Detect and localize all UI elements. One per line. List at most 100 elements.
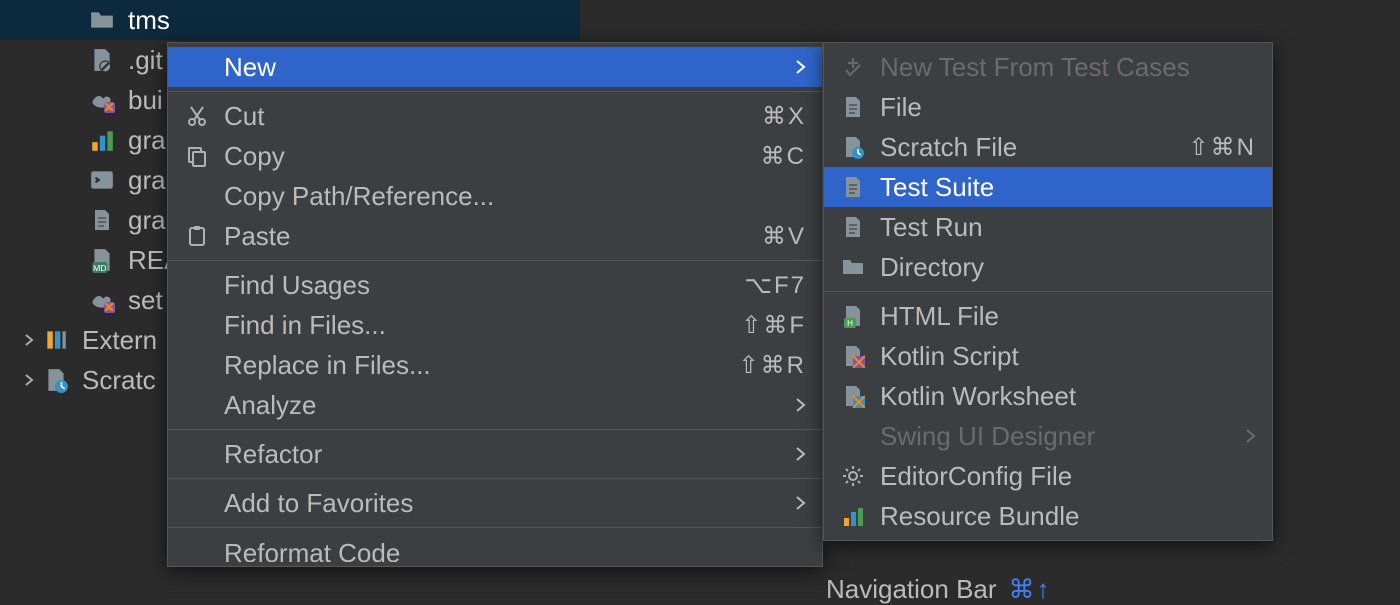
expand-arrow-icon[interactable] bbox=[20, 371, 38, 389]
gitignore-icon bbox=[88, 46, 116, 74]
menu-item-label: Test Run bbox=[880, 212, 1256, 243]
submenu-arrow-icon bbox=[794, 496, 806, 510]
blank-icon bbox=[184, 312, 210, 338]
menu-item-shortcut: ⌘V bbox=[762, 222, 806, 251]
menu-item-label: EditorConfig File bbox=[880, 461, 1256, 492]
menu-item-label: Cut bbox=[224, 101, 748, 132]
menu-item-label: HTML File bbox=[880, 301, 1256, 332]
menu-item-file[interactable]: File bbox=[824, 87, 1272, 127]
blank-icon bbox=[184, 54, 210, 80]
menu-item-kotlin-script[interactable]: Kotlin Script bbox=[824, 336, 1272, 376]
tree-item-tms[interactable]: tms bbox=[0, 0, 580, 40]
blank-icon bbox=[184, 538, 210, 562]
menu-item-label: Scratch File bbox=[880, 132, 1175, 163]
menu-item-label: Reformat Code bbox=[224, 538, 806, 562]
tree-item-label: set bbox=[128, 285, 163, 316]
kotlin-ws-icon bbox=[840, 383, 866, 409]
menu-item-copy-path-reference[interactable]: Copy Path/Reference... bbox=[168, 176, 822, 216]
tree-item-label: gra bbox=[128, 125, 166, 156]
html-icon: H bbox=[840, 303, 866, 329]
menu-item-label: Find in Files... bbox=[224, 310, 727, 341]
menu-separator bbox=[824, 291, 1272, 292]
submenu-arrow-icon bbox=[794, 447, 806, 461]
gradle-kotlin-icon bbox=[88, 286, 116, 314]
menu-separator bbox=[168, 429, 822, 430]
tree-item-label: .git bbox=[128, 45, 163, 76]
markdown-icon: MD bbox=[88, 246, 116, 274]
external-lib-icon bbox=[42, 326, 70, 354]
menu-item-add-to-favorites[interactable]: Add to Favorites bbox=[168, 483, 822, 523]
menu-item-label: Refactor bbox=[224, 439, 780, 470]
folder-icon bbox=[88, 6, 116, 34]
menu-item-shortcut: ⇧⌘F bbox=[741, 311, 806, 340]
menu-item-test-suite[interactable]: Test Suite bbox=[824, 167, 1272, 207]
navigation-bar-hint-label: Navigation Bar bbox=[826, 574, 997, 605]
menu-item-label: New Test From Test Cases bbox=[880, 52, 1256, 83]
menu-item-kotlin-worksheet[interactable]: Kotlin Worksheet bbox=[824, 376, 1272, 416]
gear-icon bbox=[840, 463, 866, 489]
menu-item-find-in-files[interactable]: Find in Files... ⇧⌘F bbox=[168, 305, 822, 345]
menu-item-resource-bundle[interactable]: Resource Bundle bbox=[824, 496, 1272, 536]
menu-item-shortcut: ⇧⌘R bbox=[739, 351, 806, 380]
menu-item-label: Copy bbox=[224, 141, 747, 172]
blank-icon bbox=[184, 352, 210, 378]
copy-icon bbox=[184, 143, 210, 169]
menu-item-swing-ui-designer: Swing UI Designer bbox=[824, 416, 1272, 456]
blank-icon bbox=[184, 441, 210, 467]
gradle-bars-icon bbox=[88, 126, 116, 154]
blank-icon bbox=[184, 183, 210, 209]
menu-item-shortcut: ⌥F7 bbox=[744, 271, 806, 300]
menu-item-new[interactable]: New bbox=[168, 47, 822, 87]
tree-item-label: gra bbox=[128, 165, 166, 196]
menu-item-test-run[interactable]: Test Run bbox=[824, 207, 1272, 247]
menu-item-editorconfig-file[interactable]: EditorConfig File bbox=[824, 456, 1272, 496]
tree-item-label: Scratc bbox=[82, 365, 156, 396]
navigation-bar-hint-shortcut: ⌘↑ bbox=[1009, 574, 1052, 605]
menu-item-scratch-file[interactable]: Scratch File ⇧⌘N bbox=[824, 127, 1272, 167]
terminal-icon bbox=[88, 166, 116, 194]
context-menu: New Cut ⌘X Copy ⌘C Copy Path/Reference... Past… bbox=[167, 42, 823, 567]
menu-item-shortcut: ⌘X bbox=[762, 102, 806, 131]
menu-item-replace-in-files[interactable]: Replace in Files...⇧⌘R bbox=[168, 345, 822, 385]
blank-icon bbox=[184, 392, 210, 418]
menu-item-analyze[interactable]: Analyze bbox=[168, 385, 822, 425]
svg-text:MD: MD bbox=[93, 263, 106, 273]
menu-item-refactor[interactable]: Refactor bbox=[168, 434, 822, 474]
menu-item-new-test-from-test-cases: New Test From Test Cases bbox=[824, 47, 1272, 87]
menu-item-directory[interactable]: Directory bbox=[824, 247, 1272, 287]
menu-item-shortcut: ⌘C bbox=[761, 142, 806, 171]
cut-icon bbox=[184, 103, 210, 129]
file-lines-icon bbox=[840, 94, 866, 120]
gradle-kotlin-icon bbox=[88, 86, 116, 114]
menu-separator bbox=[168, 527, 822, 528]
scratch-file-icon bbox=[840, 134, 866, 160]
tree-item-label: gra bbox=[128, 205, 166, 236]
menu-item-html-file[interactable]: H HTML File bbox=[824, 296, 1272, 336]
menu-item-label: Copy Path/Reference... bbox=[224, 181, 806, 212]
menu-item-copy[interactable]: Copy ⌘C bbox=[168, 136, 822, 176]
menu-item-cut[interactable]: Cut ⌘X bbox=[168, 96, 822, 136]
menu-item-label: Find Usages bbox=[224, 270, 730, 301]
menu-item-label: Test Suite bbox=[880, 172, 1256, 203]
navigation-bar-hint: Navigation Bar ⌘↑ bbox=[826, 574, 1052, 605]
expand-arrow-icon[interactable] bbox=[20, 331, 38, 349]
folder-gray-icon bbox=[840, 254, 866, 280]
menu-item-label: Swing UI Designer bbox=[880, 421, 1230, 452]
new-test-icon bbox=[840, 54, 866, 80]
menu-item-paste[interactable]: Paste ⌘V bbox=[168, 216, 822, 256]
menu-separator bbox=[168, 260, 822, 261]
resource-bundle-icon bbox=[840, 503, 866, 529]
blank-icon bbox=[840, 423, 866, 449]
scratch-icon bbox=[42, 366, 70, 394]
blank-icon bbox=[184, 272, 210, 298]
menu-item-shortcut: ⇧⌘N bbox=[1189, 133, 1256, 162]
menu-item-label: Paste bbox=[224, 221, 748, 252]
menu-item-label: File bbox=[880, 92, 1256, 123]
menu-separator bbox=[168, 91, 822, 92]
submenu-arrow-icon bbox=[794, 398, 806, 412]
file-lines-icon bbox=[840, 174, 866, 200]
menu-item-label: New bbox=[224, 52, 780, 83]
menu-item-find-usages[interactable]: Find Usages ⌥F7 bbox=[168, 265, 822, 305]
blank-icon bbox=[184, 490, 210, 516]
menu-item-reformat-code[interactable]: Reformat Code bbox=[168, 532, 822, 562]
